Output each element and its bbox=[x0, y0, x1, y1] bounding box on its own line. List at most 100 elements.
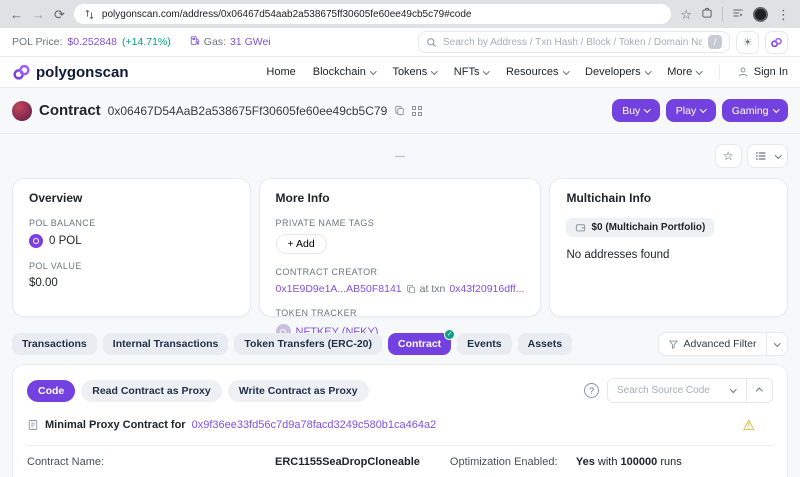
contract-name-value: ERC1155SeaDropCloneable bbox=[275, 456, 420, 468]
address-tabs: Transactions Internal Transactions Token… bbox=[0, 317, 800, 356]
chevron-down-icon bbox=[563, 68, 569, 74]
browser-menu-icon[interactable]: ⋮ bbox=[777, 8, 790, 21]
search-prev-button[interactable] bbox=[746, 379, 772, 402]
favorite-button[interactable]: ☆ bbox=[715, 144, 742, 168]
chevron-down-icon bbox=[775, 152, 781, 158]
overview-card: Overview POL BALANCE 0 POL POL VALUE $0.… bbox=[12, 178, 251, 317]
creator-address-link[interactable]: 0x1E9D9e1A...AB50F8141 bbox=[276, 283, 402, 295]
browser-profile-avatar[interactable] bbox=[753, 7, 768, 22]
overview-title: Overview bbox=[29, 191, 234, 205]
nav-resources-label: Resources bbox=[506, 66, 559, 78]
wallet-icon bbox=[575, 222, 586, 233]
multichain-card: Multichain Info $0 (Multichain Portfolio… bbox=[549, 178, 788, 317]
creator-txn-link[interactable]: 0x43f20916dff... bbox=[449, 283, 524, 295]
nav-tokens[interactable]: Tokens bbox=[392, 66, 436, 78]
subtab-code[interactable]: Code bbox=[27, 380, 75, 402]
help-icon[interactable]: ? bbox=[584, 383, 599, 398]
nav-nfts[interactable]: NFTs bbox=[454, 66, 489, 78]
network-switch-button[interactable] bbox=[765, 31, 788, 54]
sun-icon: ☀ bbox=[743, 36, 753, 49]
buy-button[interactable]: Buy bbox=[612, 99, 660, 122]
nav-more[interactable]: More bbox=[667, 66, 702, 78]
forward-icon[interactable]: → bbox=[32, 8, 45, 21]
contract-code-panel: Code Read Contract as Proxy Write Contra… bbox=[12, 364, 788, 477]
chevron-down-icon bbox=[773, 106, 779, 112]
multichain-portfolio-badge[interactable]: $0 (Multichain Portfolio) bbox=[566, 218, 714, 237]
bookmark-star-icon[interactable]: ☆ bbox=[680, 8, 692, 21]
list-view-icon bbox=[755, 150, 767, 162]
advanced-filter-button[interactable]: Advanced Filter bbox=[658, 332, 788, 356]
optimization-row: Optimization Enabled: Yes with 100000 ru… bbox=[450, 446, 773, 477]
extensions-icon[interactable] bbox=[701, 7, 713, 21]
more-info-card: More Info PRIVATE NAME TAGS + Add CONTRA… bbox=[259, 178, 542, 317]
brand-logo[interactable]: polygonscan bbox=[12, 63, 129, 82]
chevron-down-icon bbox=[645, 68, 651, 74]
nav-resources[interactable]: Resources bbox=[506, 66, 568, 78]
contract-name-label: Contract Name: bbox=[27, 456, 275, 468]
view-options-button[interactable] bbox=[747, 144, 789, 168]
advanced-filter-dropdown[interactable] bbox=[766, 333, 788, 355]
qr-code-icon[interactable] bbox=[412, 106, 422, 116]
search-icon bbox=[426, 37, 437, 48]
brand-name: polygonscan bbox=[36, 64, 129, 81]
gas-value[interactable]: 31 GWei bbox=[230, 36, 271, 48]
tab-internal-transactions[interactable]: Internal Transactions bbox=[103, 333, 229, 355]
tab-events[interactable]: Events bbox=[457, 333, 511, 355]
sign-in-label: Sign In bbox=[754, 66, 788, 78]
gaming-button[interactable]: Gaming bbox=[722, 99, 788, 122]
multichain-title: Multichain Info bbox=[566, 191, 771, 205]
browser-divider bbox=[722, 7, 723, 21]
global-search[interactable]: / bbox=[418, 31, 730, 53]
proxy-notice: Minimal Proxy Contract for 0x9f36ee33fd5… bbox=[27, 418, 773, 432]
advanced-filter-label: Advanced Filter bbox=[684, 338, 757, 350]
subtab-write-contract-as-proxy[interactable]: Write Contract as Proxy bbox=[228, 380, 369, 402]
pol-price-label: POL Price: bbox=[12, 36, 62, 48]
contract-name-row: Contract Name: ERC1155SeaDropCloneable bbox=[27, 446, 420, 477]
subtab-read-contract-as-proxy[interactable]: Read Contract as Proxy bbox=[81, 380, 221, 402]
reload-icon[interactable]: ⟳ bbox=[54, 8, 65, 21]
nav-developers[interactable]: Developers bbox=[585, 66, 650, 78]
tab-assets[interactable]: Assets bbox=[518, 333, 572, 355]
pol-token-icon bbox=[29, 234, 43, 248]
nav-home[interactable]: Home bbox=[266, 66, 295, 78]
nav-blockchain[interactable]: Blockchain bbox=[313, 66, 376, 78]
proxy-implementation-link[interactable]: 0x9f36ee33fd56c7d9a78facd3249c580b1ca464… bbox=[192, 419, 437, 431]
pol-price-value[interactable]: $0.252848 bbox=[67, 36, 117, 48]
optimization-value: Yes with 100000 runs bbox=[576, 456, 682, 468]
buy-label: Buy bbox=[622, 105, 640, 117]
address-bar[interactable]: polygonscan.com/address/0x06467d54aab2a5… bbox=[74, 4, 671, 24]
gaming-label: Gaming bbox=[732, 105, 769, 117]
nav-nfts-label: NFTs bbox=[454, 66, 480, 78]
tab-transactions[interactable]: Transactions bbox=[12, 333, 97, 355]
polygon-network-icon bbox=[770, 36, 783, 49]
contract-address: 0x06467D54AaB2a538675Ff30605fe60ee49cb5C… bbox=[108, 104, 388, 118]
play-button[interactable]: Play bbox=[666, 99, 716, 122]
media-controls-icon[interactable] bbox=[732, 7, 744, 21]
tab-contract-label: Contract bbox=[398, 338, 441, 350]
warning-icon[interactable]: ⚠ bbox=[742, 418, 755, 432]
star-icon: ☆ bbox=[723, 149, 734, 163]
chevron-down-icon bbox=[644, 106, 650, 112]
copy-address-icon[interactable] bbox=[394, 105, 405, 116]
chevron-down-icon bbox=[484, 68, 490, 74]
page-title: Contract bbox=[39, 102, 101, 119]
pol-balance-label: POL BALANCE bbox=[29, 218, 234, 228]
site-info-icon[interactable] bbox=[84, 9, 95, 20]
nav-home-label: Home bbox=[266, 66, 295, 78]
copy-creator-icon[interactable] bbox=[406, 284, 416, 294]
chevron-down-icon bbox=[696, 68, 702, 74]
sign-in-button[interactable]: Sign In bbox=[737, 66, 788, 78]
chevron-down-icon bbox=[700, 106, 706, 112]
global-search-input[interactable] bbox=[443, 37, 702, 48]
search-next-button[interactable] bbox=[720, 379, 746, 402]
source-code-search[interactable] bbox=[607, 378, 773, 403]
tab-token-transfers[interactable]: Token Transfers (ERC-20) bbox=[234, 333, 382, 355]
token-tracker-label: TOKEN TRACKER bbox=[276, 308, 525, 318]
source-search-input[interactable] bbox=[608, 385, 720, 396]
tab-contract[interactable]: Contract✓ bbox=[388, 333, 451, 355]
nav-more-label: More bbox=[667, 66, 692, 78]
add-name-tag-button[interactable]: + Add bbox=[276, 234, 327, 254]
theme-toggle-button[interactable]: ☀ bbox=[736, 31, 759, 54]
back-icon[interactable]: ← bbox=[10, 8, 23, 21]
funnel-icon bbox=[668, 339, 679, 350]
